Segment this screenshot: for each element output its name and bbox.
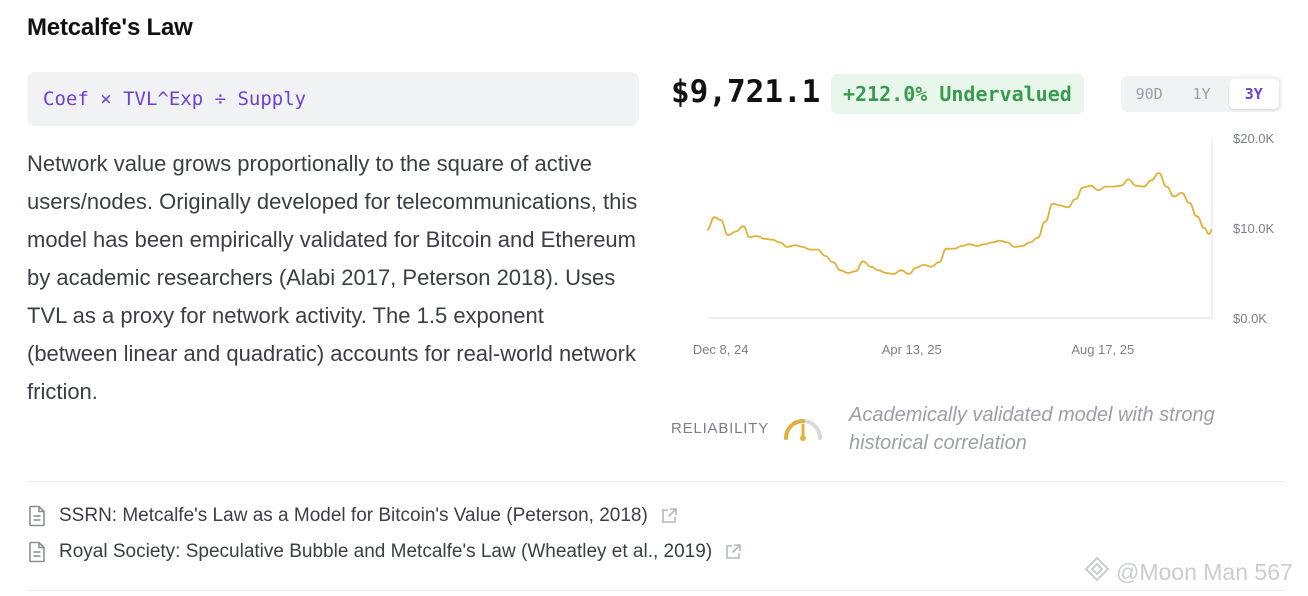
x-tick-label: Aug 17, 25 xyxy=(1071,342,1134,357)
y-tick-label: $20.0K xyxy=(1233,131,1275,146)
document-icon xyxy=(27,505,47,527)
y-tick-label: $10.0K xyxy=(1233,221,1275,236)
page-title: Metcalfe's Law xyxy=(27,14,193,41)
divider xyxy=(27,590,1283,591)
source-link-royal-society[interactable]: Royal Society: Speculative Bubble and Me… xyxy=(27,541,742,563)
range-selector: 90D 1Y 3Y xyxy=(1121,76,1282,112)
source-link-ssrn[interactable]: SSRN: Metcalfe's Law as a Model for Bitc… xyxy=(27,505,678,527)
y-tick-label: $0.0K xyxy=(1233,311,1267,326)
range-1y-button[interactable]: 1Y xyxy=(1176,79,1226,109)
range-90d-button[interactable]: 90D xyxy=(1124,79,1174,109)
source-label: SSRN: Metcalfe's Law as a Model for Bitc… xyxy=(59,505,648,526)
valuation-badge: +212.0% Undervalued xyxy=(831,74,1084,114)
formula-box: Coef × TVL^Exp ÷ Supply xyxy=(27,72,639,126)
watermark: @Moon Man 567 xyxy=(1084,556,1293,588)
formula-text: Coef × TVL^Exp ÷ Supply xyxy=(43,88,307,110)
diamond-logo-icon xyxy=(1084,556,1110,588)
price-chart: $0.0K $10.0K $20.0K Dec 8, 24 Apr 13, 25 Aug … xyxy=(693,131,1275,357)
model-price: $9,721.1 xyxy=(671,74,821,110)
x-tick-label: Dec 8, 24 xyxy=(693,342,749,357)
series-line xyxy=(706,172,1213,275)
model-description: Network value grows proportionally to th… xyxy=(27,151,638,404)
range-3y-button[interactable]: 3Y xyxy=(1228,79,1279,109)
reliability-label: RELIABILITY xyxy=(671,420,770,437)
reliability-gauge-icon xyxy=(784,419,822,441)
source-label: Royal Society: Speculative Bubble and Me… xyxy=(59,541,713,562)
divider xyxy=(27,481,1283,482)
external-link-icon[interactable] xyxy=(724,543,742,561)
external-link-icon[interactable] xyxy=(660,507,678,525)
document-icon xyxy=(27,541,47,563)
reliability-note: Academically validated model with strong… xyxy=(849,404,1215,454)
watermark-text: @Moon Man 567 xyxy=(1116,558,1293,585)
x-tick-label: Apr 13, 25 xyxy=(882,342,942,357)
